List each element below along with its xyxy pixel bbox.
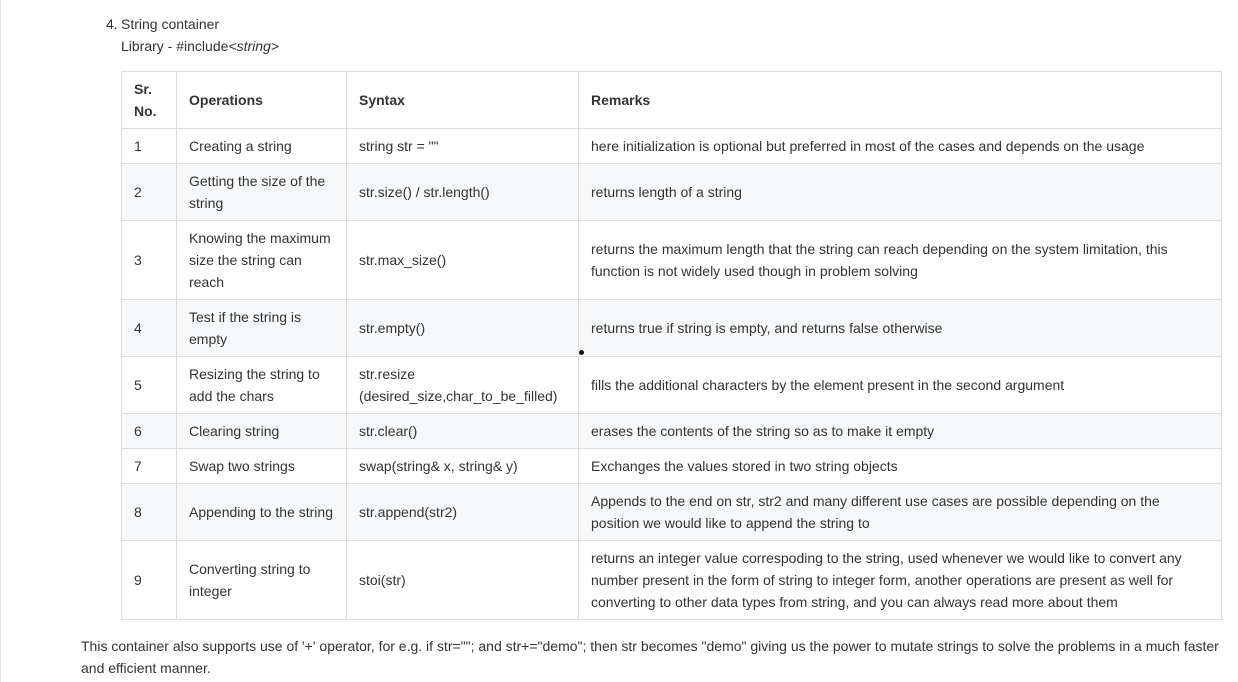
library-line: Library - #include<string>: [121, 35, 279, 57]
table-row: 1 Creating a string string str = "" here…: [121, 128, 1222, 164]
header-remarks: Remarks: [578, 71, 1222, 129]
string-operations-table: Sr. No. Operations Syntax Remarks 1 Crea…: [121, 71, 1222, 620]
cell-sr-no: 8: [121, 483, 177, 541]
cell-sr-no: 1: [121, 128, 177, 164]
cell-operation: Swap two strings: [176, 448, 347, 484]
cell-sr-no: 4: [121, 299, 177, 357]
cell-remarks: returns true if string is empty, and ret…: [578, 299, 1222, 357]
cell-operation: Converting string to integer: [176, 540, 347, 620]
cell-operation: Getting the size of the string: [176, 163, 347, 221]
library-prefix: Library - #include: [121, 38, 229, 54]
cell-sr-no: 5: [121, 356, 177, 414]
cell-syntax: stoi(str): [346, 540, 579, 620]
table-row: 4 Test if the string is empty str.empty(…: [121, 299, 1222, 357]
cell-sr-no: 9: [121, 540, 177, 620]
table-row: 3 Knowing the maximum size the string ca…: [121, 220, 1222, 300]
table-row: 2 Getting the size of the string str.siz…: [121, 163, 1222, 221]
cell-sr-no: 6: [121, 413, 177, 449]
cursor-dot: [579, 350, 584, 355]
table-row: 6 Clearing string str.clear() erases the…: [121, 413, 1222, 449]
footer-paragraph: This container also supports use of '+' …: [81, 638, 1219, 676]
cell-syntax: str.empty(): [346, 299, 579, 357]
cell-sr-no: 2: [121, 163, 177, 221]
section-title: String container: [121, 16, 220, 32]
page-left-border: [0, 0, 1, 682]
library-include: <string>: [228, 38, 279, 54]
cell-syntax: str.append(str2): [346, 483, 579, 541]
cell-operation: Appending to the string: [176, 483, 347, 541]
cell-remarks: Appends to the end on str, str2 and many…: [578, 483, 1222, 541]
cell-operation: Test if the string is empty: [176, 299, 347, 357]
cell-syntax: str.size() / str.length(): [346, 163, 579, 221]
header-sr-no: Sr. No.: [121, 71, 177, 129]
cell-remarks: returns length of a string: [578, 163, 1222, 221]
section-heading: 4. String container: [106, 13, 219, 35]
list-number: 4.: [106, 16, 118, 32]
cell-remarks: returns the maximum length that the stri…: [578, 220, 1222, 300]
cell-syntax: string str = "": [346, 128, 579, 164]
cell-syntax: str.resize (desired_size,char_to_be_fill…: [346, 356, 579, 414]
cell-syntax: str.max_size(): [346, 220, 579, 300]
table-row: 9 Converting string to integer stoi(str)…: [121, 540, 1222, 620]
cell-remarks: returns an integer value correspoding to…: [578, 540, 1222, 620]
cell-remarks: Exchanges the values stored in two strin…: [578, 448, 1222, 484]
cell-sr-no: 3: [121, 220, 177, 300]
cell-remarks: fills the additional characters by the e…: [578, 356, 1222, 414]
table-header-row: Sr. No. Operations Syntax Remarks: [121, 71, 1222, 129]
cell-sr-no: 7: [121, 448, 177, 484]
header-syntax: Syntax: [346, 71, 579, 129]
cell-operation: Creating a string: [176, 128, 347, 164]
cell-syntax: swap(string& x, string& y): [346, 448, 579, 484]
cell-operation: Knowing the maximum size the string can …: [176, 220, 347, 300]
cell-operation: Resizing the string to add the chars: [176, 356, 347, 414]
header-operations: Operations: [176, 71, 347, 129]
table-row: 8 Appending to the string str.append(str…: [121, 483, 1222, 541]
cell-operation: Clearing string: [176, 413, 347, 449]
cell-syntax: str.clear(): [346, 413, 579, 449]
table-row: 7 Swap two strings swap(string& x, strin…: [121, 448, 1222, 484]
table-row: 5 Resizing the string to add the chars s…: [121, 356, 1222, 414]
cell-remarks: erases the contents of the string so as …: [578, 413, 1222, 449]
cell-remarks: here initialization is optional but pref…: [578, 128, 1222, 164]
